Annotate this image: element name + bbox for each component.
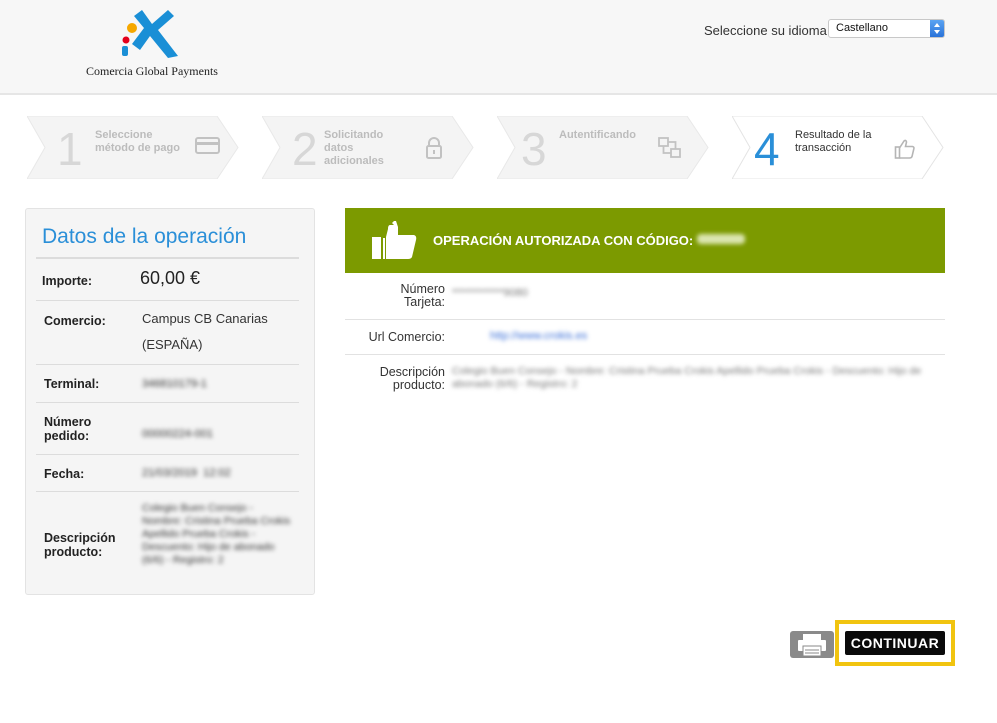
step-3-number: 3 [521,123,547,175]
logo-text: Comercia Global Payments [86,64,218,78]
row-numero-pedido: Número pedido: 00000224-001 [36,403,299,455]
thumbs-up-icon [894,139,915,159]
step-3-label: Autentificando [559,129,636,141]
step-3: 3 Autentificando [497,116,709,179]
step-4-label: Resultado de la transacción [795,129,872,154]
printer-icon [798,634,826,657]
row-url-comercio: Url Comercio: http://www.crokis.es [345,320,945,355]
language-label: Seleccione su idioma [704,23,827,38]
row-comercio: Comercio: Campus CB Canarias (ESPAÑA) [36,301,299,365]
print-button[interactable] [790,631,834,658]
language-select-value: Castellano [836,22,888,34]
credit-card-icon [195,137,220,154]
descripcion-label-line2: producto: [44,545,103,559]
caixa-star-logo-icon [122,10,178,58]
terminal-label: Terminal: [44,377,100,391]
select-arrows-icon [930,20,944,37]
step-4: 4 Resultado de la transacción [732,116,944,179]
row-descripcion-producto: Descripción producto: Colegio Buen Conse… [345,355,945,400]
authorization-text: OPERACIÓN AUTORIZADA CON CÓDIGO: [433,233,694,248]
numero-tarjeta-label-line2: Tarjeta: [404,295,445,309]
step-2-number: 2 [292,123,318,175]
numero-tarjeta-value: ************9080 [452,287,528,299]
comercio-value-line2: (ESPAÑA) [142,337,203,352]
importe-label: Importe: [42,274,92,288]
operation-panel: Datos de la operación Importe: 60,00 € C… [25,208,315,595]
step-1-label: Seleccione método de pago [95,129,180,154]
terminal-value: 346810179-1 [142,378,207,390]
numero-pedido-label-line2: pedido: [44,429,90,443]
row-descripcion: Descripción producto: Colegio Buen Conse… [36,492,299,588]
row-numero-tarjeta: Número Tarjeta: ************9080 [345,275,945,320]
numero-pedido-value: 00000224-001 [142,428,213,440]
lock-icon [426,137,442,159]
step-2: 2 Solicitando datos adicionales [262,116,474,179]
continue-button[interactable]: CONTINUAR [845,631,945,655]
url-comercio-label: Url Comercio: [368,330,445,344]
step-2-label: Solicitando datos adicionales [324,129,384,167]
row-importe: Importe: 60,00 € [36,259,299,301]
descripcion-producto-value: Colegio Buen Consejo - Nombre: Cristina … [452,365,922,390]
row-terminal: Terminal: 346810179-1 [36,365,299,403]
descripcion-value: Colegio Buen Consejo - Nombre: Cristina … [142,502,291,566]
language-select[interactable]: Castellano [828,19,945,38]
descripcion-producto-label-line2: producto: [392,378,445,392]
comercio-value-line1: Campus CB Canarias [142,311,268,326]
step-4-number: 4 [754,123,780,175]
operation-panel-title: Datos de la operación [42,225,247,248]
header: Comercia Global Payments Seleccione su i… [0,0,997,95]
authorization-code: 002179 [697,234,745,244]
step-1-number: 1 [57,123,83,175]
network-icon [658,137,681,158]
comercio-label: Comercio: [44,314,106,328]
authorization-banner: OPERACIÓN AUTORIZADA CON CÓDIGO: 002179 [345,208,945,273]
thumbs-up-icon [372,221,417,259]
logo: Comercia Global Payments [82,10,222,80]
step-1: 1 Seleccione método de pago [27,116,239,179]
continue-highlight: CONTINUAR [835,620,955,666]
fecha-value: 21/03/2019 12:02 [142,467,231,479]
descripcion-label-line1: Descripción [44,531,116,545]
fecha-label: Fecha: [44,467,85,481]
numero-pedido-label-line1: Número [44,415,92,429]
importe-value: 60,00 € [140,268,201,288]
row-fecha: Fecha: 21/03/2019 12:02 [36,455,299,492]
url-comercio-link[interactable]: http://www.crokis.es [490,330,587,342]
